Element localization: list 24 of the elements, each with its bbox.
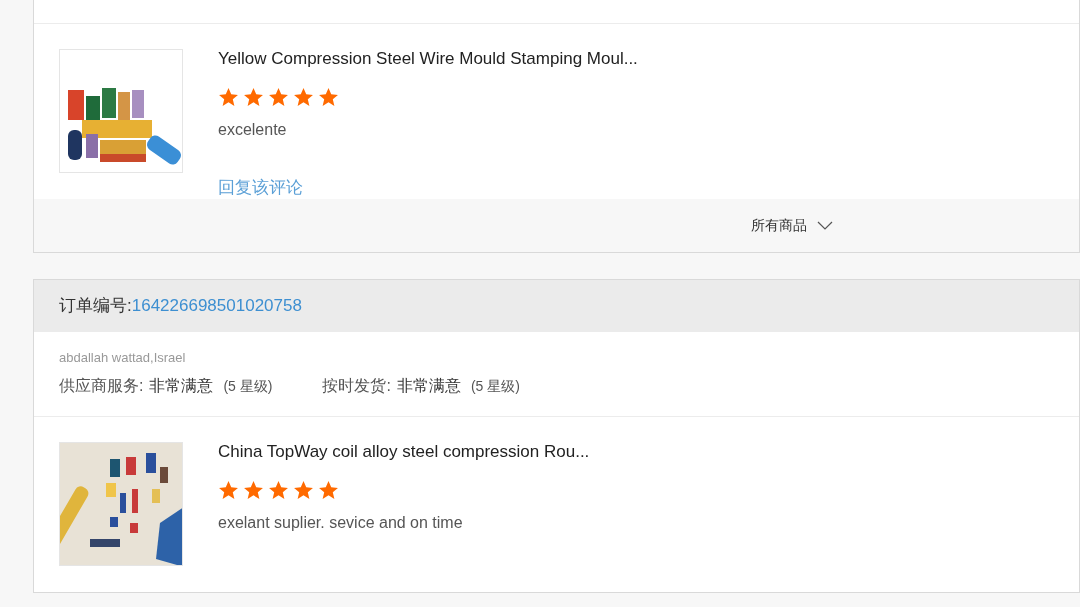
star-icon [243, 87, 264, 108]
rating-level: (5 星级) [223, 376, 273, 396]
star-icon [268, 480, 289, 501]
star-icon [268, 87, 289, 108]
star-icon [318, 87, 339, 108]
rating-value: 非常满意 [396, 375, 461, 396]
chevron-icon [816, 221, 833, 230]
product-title[interactable]: Yellow Compression Steel Wire Mould Stamping Moul... [218, 49, 638, 69]
rating-level: (5 星级) [470, 376, 520, 396]
star-icon [218, 87, 239, 108]
star-icon [243, 480, 264, 501]
product-title[interactable]: China TopWay coil alloy steel compression Rou... [218, 442, 590, 462]
rating-value: 非常满意 [149, 375, 214, 396]
star-icon [293, 480, 314, 501]
review-comment: exelant suplier. sevice and on time [218, 513, 464, 533]
all-products-toggle[interactable]: 所有商品 [750, 215, 833, 236]
star-icon [293, 87, 314, 108]
star-icon [318, 480, 339, 501]
rating-label: 供应商服务: [59, 375, 144, 396]
buyer-name: abdallah wattad,Israel [59, 349, 187, 367]
review-comment: excelente [218, 120, 288, 140]
rating-label: 按时发货: [322, 375, 391, 396]
order-label: 订单编号: [59, 295, 132, 318]
star-icon [218, 480, 239, 501]
